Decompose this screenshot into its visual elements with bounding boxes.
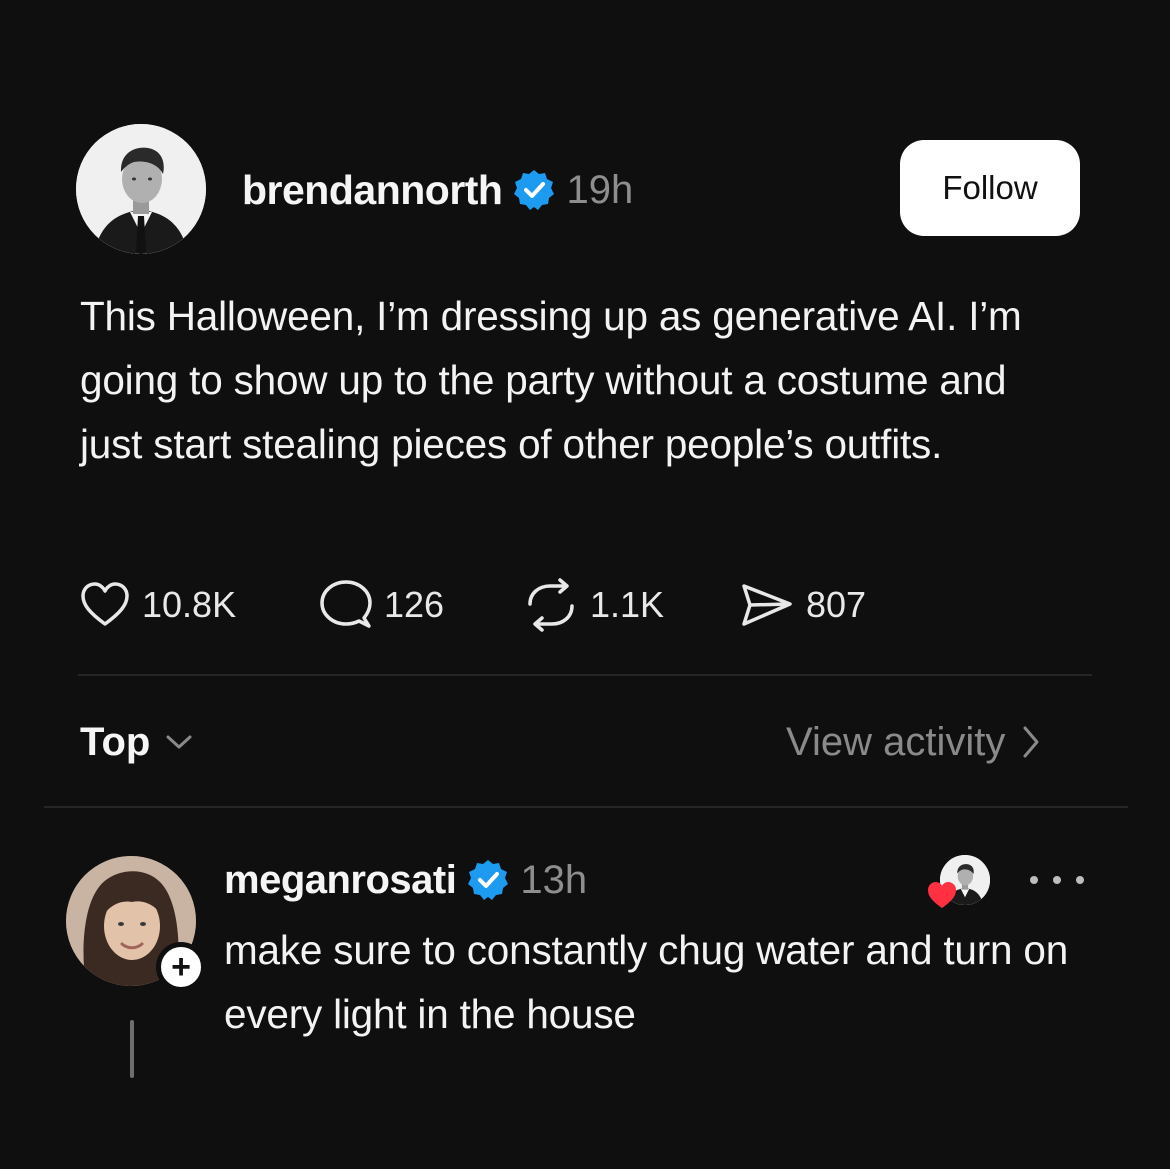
verified-badge-icon (512, 168, 556, 212)
more-options-button[interactable] (1030, 862, 1084, 898)
dot (1030, 876, 1038, 884)
dot (1053, 876, 1061, 884)
view-activity-label: View activity (786, 719, 1006, 764)
share-count: 807 (806, 584, 867, 625)
comment-icon (320, 580, 372, 628)
follow-button[interactable]: Follow (900, 140, 1080, 236)
follow-plus-badge[interactable]: + (156, 942, 206, 992)
thread-line (130, 1020, 134, 1078)
heart-icon (928, 882, 956, 908)
author-avatar[interactable] (76, 124, 206, 254)
like-count: 10.8K (142, 584, 237, 625)
repost-icon (528, 578, 574, 632)
divider (44, 806, 1128, 808)
chevron-right-icon (1023, 726, 1039, 758)
send-icon (742, 584, 792, 626)
post-text: This Halloween, I’m dressing up as gener… (80, 293, 1022, 467)
reply-author-row: meganrosati 13h (224, 850, 587, 910)
reply-timestamp: 13h (520, 857, 588, 902)
post-author-username[interactable]: brendannorth (242, 167, 503, 214)
reply-count: 126 (384, 584, 445, 625)
repost-count: 1.1K (590, 584, 665, 625)
verified-badge-icon (466, 858, 510, 902)
sort-label: Top (80, 719, 151, 764)
reply-author-username[interactable]: meganrosati (224, 858, 457, 903)
view-activity-link[interactable]: View activity (786, 710, 1041, 774)
dot (1076, 876, 1084, 884)
heart-icon (81, 582, 129, 626)
like-button[interactable]: 10.8K (78, 575, 236, 635)
sort-dropdown[interactable]: Top (80, 710, 194, 774)
reply-text: make sure to constantly chug water and t… (224, 927, 1069, 1037)
person-avatar-icon (76, 124, 206, 254)
post-timestamp: 19h (566, 167, 634, 212)
chevron-down-icon (166, 735, 192, 749)
reply-button[interactable]: 126 (318, 575, 444, 635)
post-author-row: brendannorth 19h (242, 160, 633, 220)
share-button[interactable]: 807 (738, 575, 866, 635)
repost-button[interactable]: 1.1K (522, 575, 664, 635)
divider (78, 674, 1092, 676)
